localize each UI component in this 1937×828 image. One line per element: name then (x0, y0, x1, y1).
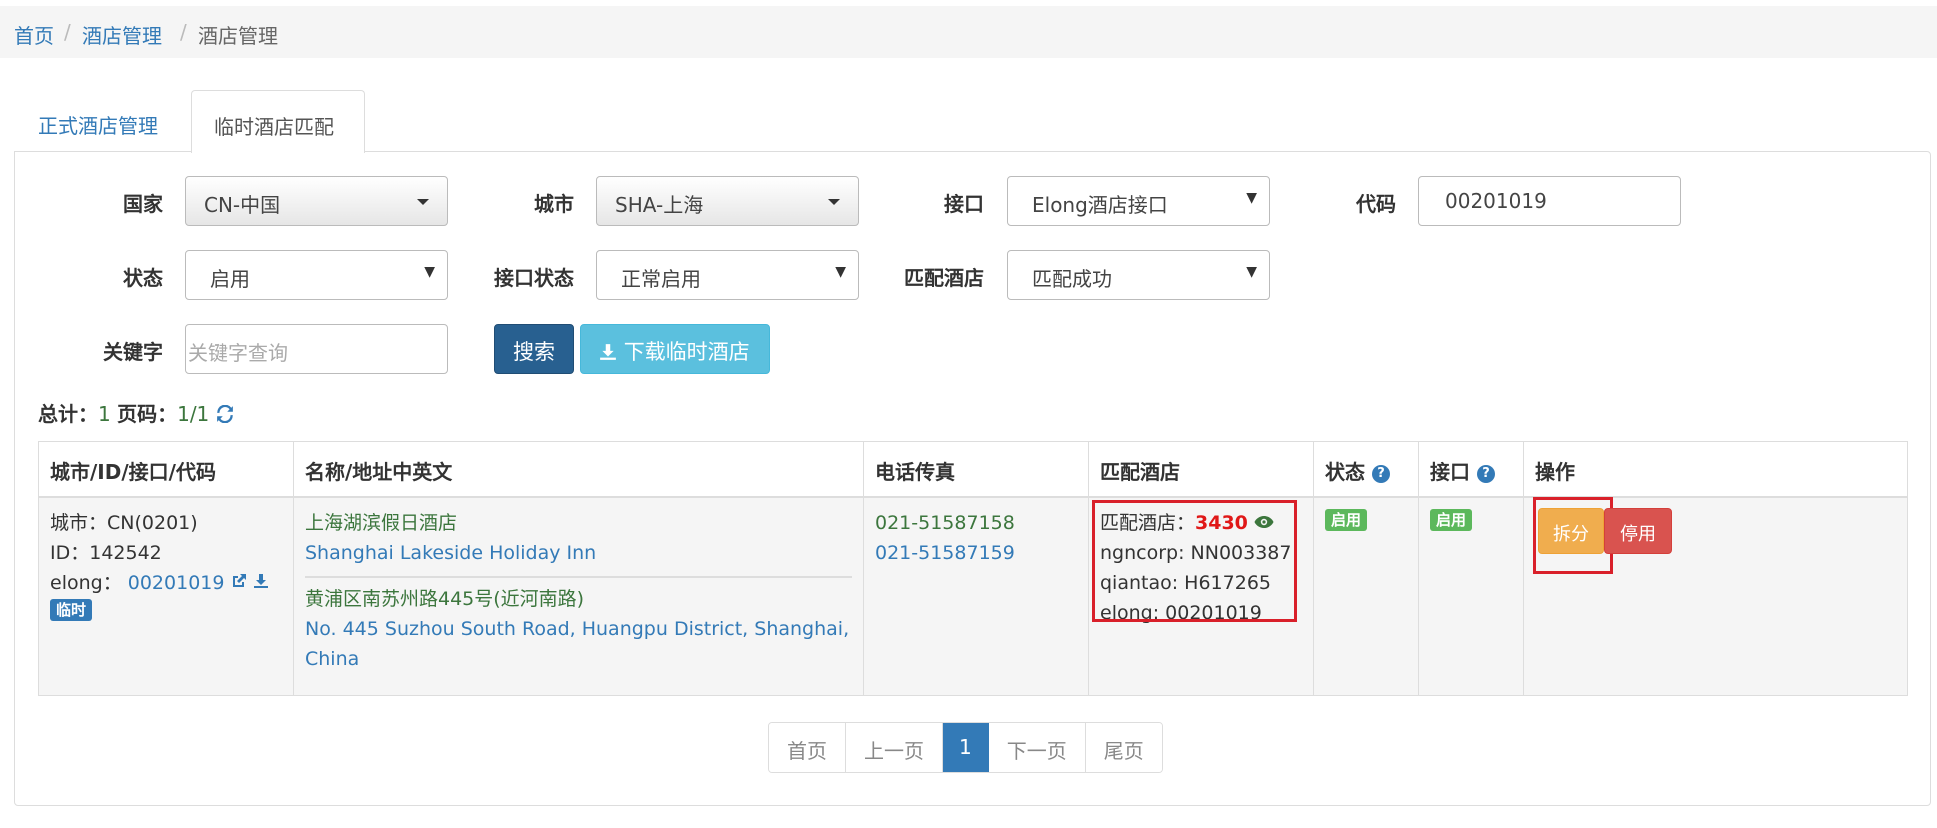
table-row: 城市：CN(0201) ID：142542 elong： 00201019 临时… (39, 497, 1907, 695)
keyword-label: 关键字 (103, 340, 163, 364)
status-badge: 启用 (1325, 509, 1368, 531)
download-icon[interactable] (253, 573, 269, 589)
cell-actions: 拆分 停用 (1524, 497, 1907, 695)
hotel-address-en-line1: No. 445 Suzhou South Road, Huangpu Distr… (305, 618, 850, 640)
hotel-name-cn: 上海湖滨假日酒店 (305, 512, 458, 534)
col-header-status: 状态 ? (1314, 442, 1419, 496)
hotel-address-cn: 黄浦区南苏州路445号(近河南路) (305, 588, 585, 610)
cell-status: 启用 (1314, 498, 1419, 695)
breadcrumb: 首页 / 酒店管理 / 酒店管理 (0, 6, 1937, 58)
phone-text: 021-51587158 (875, 512, 1015, 534)
col-header-status-label: 状态 (1325, 460, 1365, 484)
page-label: 页码： (117, 402, 178, 426)
external-link-icon[interactable] (231, 573, 247, 589)
download-icon (600, 344, 616, 360)
interface-code-link[interactable]: 00201019 (128, 572, 225, 594)
chevron-down-icon (417, 199, 429, 205)
result-summary: 总计：1 页码：1/1 (38, 398, 234, 427)
interface-code-line: elong： 00201019 (50, 568, 282, 598)
id-text: ID：142542 (50, 542, 162, 564)
fax-text: 021-51587159 (875, 542, 1015, 564)
page-value: 1/1 (177, 402, 210, 426)
status-select-value: 启用 (210, 267, 250, 291)
interface-status-select[interactable]: 正常启用 ▼ (596, 250, 859, 300)
download-temp-hotels-button[interactable]: 下载临时酒店 (580, 324, 770, 374)
dropdown-arrow-icon: ▼ (424, 264, 435, 280)
dropdown-arrow-icon: ▼ (1246, 190, 1257, 206)
cell-interface: 启用 (1419, 498, 1524, 695)
temp-badge: 临时 (50, 599, 93, 621)
status-label: 状态 (123, 266, 163, 290)
code-input[interactable]: 00201019 (1418, 176, 1681, 226)
interface-status-select-value: 正常启用 (621, 267, 701, 291)
interface-select-value: Elong酒店接口 (1032, 193, 1168, 217)
hotel-name-en: Shanghai Lakeside Holiday Inn (305, 542, 597, 564)
split-button[interactable]: 拆分 (1538, 508, 1604, 554)
country-select-value: CN-中国 (204, 193, 281, 217)
col-header-name-address: 名称/地址中英文 (294, 442, 864, 496)
breadcrumb-separator: / (64, 20, 71, 44)
interface-status-badge: 启用 (1430, 509, 1473, 531)
country-label: 国家 (123, 192, 163, 216)
help-icon[interactable]: ? (1371, 465, 1390, 483)
col-header-actions: 操作 (1535, 460, 1575, 484)
col-header-phone-fax: 电话传真 (864, 442, 1089, 496)
hotel-address-en-line2: China (305, 648, 360, 670)
cell-city-id: 城市：CN(0201) ID：142542 elong： 00201019 临时 (39, 498, 294, 695)
page-last[interactable]: 尾页 (1085, 723, 1162, 772)
tab-temp-hotel-match[interactable]: 临时酒店匹配 (191, 90, 365, 153)
refresh-icon[interactable] (216, 404, 234, 424)
country-select[interactable]: CN-中国 (185, 176, 448, 226)
interface-label: 接口 (944, 192, 984, 216)
cell-phone-fax: 021-51587158 021-51587159 (864, 498, 1089, 695)
help-icon[interactable]: ? (1476, 465, 1495, 483)
dropdown-arrow-icon: ▼ (835, 264, 846, 280)
divider (305, 576, 852, 578)
col-header-city-id: 城市/ID/接口/代码 (39, 442, 294, 496)
breadcrumb-home[interactable]: 首页 (14, 20, 54, 49)
hotel-table: 城市/ID/接口/代码 名称/地址中英文 电话传真 匹配酒店 状态 ? 接口 ?… (38, 441, 1908, 696)
interface-status-label: 接口状态 (494, 266, 574, 290)
match-hotel-select-value: 匹配成功 (1032, 267, 1112, 291)
page-prev[interactable]: 上一页 (846, 723, 943, 772)
dropdown-arrow-icon: ▼ (1246, 264, 1257, 280)
download-button-label: 下载临时酒店 (623, 340, 750, 364)
city-text: 城市：CN(0201) (50, 512, 198, 534)
city-select-value: SHA-上海 (615, 193, 704, 217)
city-select[interactable]: SHA-上海 (596, 176, 859, 226)
city-label: 城市 (534, 192, 574, 216)
interface-prefix: elong： (50, 572, 122, 594)
highlight-box (1092, 500, 1297, 622)
col-header-interface-label: 接口 (1430, 460, 1470, 484)
keyword-input[interactable]: 关键字查询 (185, 324, 448, 374)
chevron-down-icon (828, 199, 840, 205)
cell-name-address: 上海湖滨假日酒店 Shanghai Lakeside Holiday Inn 黄… (294, 498, 864, 695)
disable-button[interactable]: 停用 (1604, 508, 1672, 554)
pagination: 首页 上一页 1 下一页 尾页 (768, 722, 1163, 773)
page-first[interactable]: 首页 (769, 723, 846, 772)
total-count: 1 (98, 402, 111, 426)
cell-match-hotel: 匹配酒店：3430 ngncorp: NN003387 qiantao: H61… (1089, 498, 1314, 695)
page-current[interactable]: 1 (943, 723, 989, 772)
search-button[interactable]: 搜索 (494, 324, 574, 374)
breadcrumb-separator: / (180, 20, 187, 44)
total-label: 总计： (38, 402, 98, 426)
match-hotel-select[interactable]: 匹配成功 ▼ (1007, 250, 1270, 300)
match-hotel-label: 匹配酒店 (904, 266, 984, 290)
col-header-match-hotel: 匹配酒店 (1089, 442, 1314, 496)
table-header-row: 城市/ID/接口/代码 名称/地址中英文 电话传真 匹配酒店 状态 ? 接口 ?… (39, 442, 1907, 498)
col-header-interface: 接口 ? (1419, 442, 1524, 496)
code-label: 代码 (1356, 192, 1396, 216)
page-next[interactable]: 下一页 (988, 723, 1086, 772)
status-select[interactable]: 启用 ▼ (185, 250, 448, 300)
interface-select[interactable]: Elong酒店接口 ▼ (1007, 176, 1270, 226)
tab-formal-hotel-management[interactable]: 正式酒店管理 (16, 90, 180, 152)
breadcrumb-hotel-management[interactable]: 酒店管理 (82, 20, 162, 49)
breadcrumb-current: 酒店管理 (198, 24, 278, 48)
